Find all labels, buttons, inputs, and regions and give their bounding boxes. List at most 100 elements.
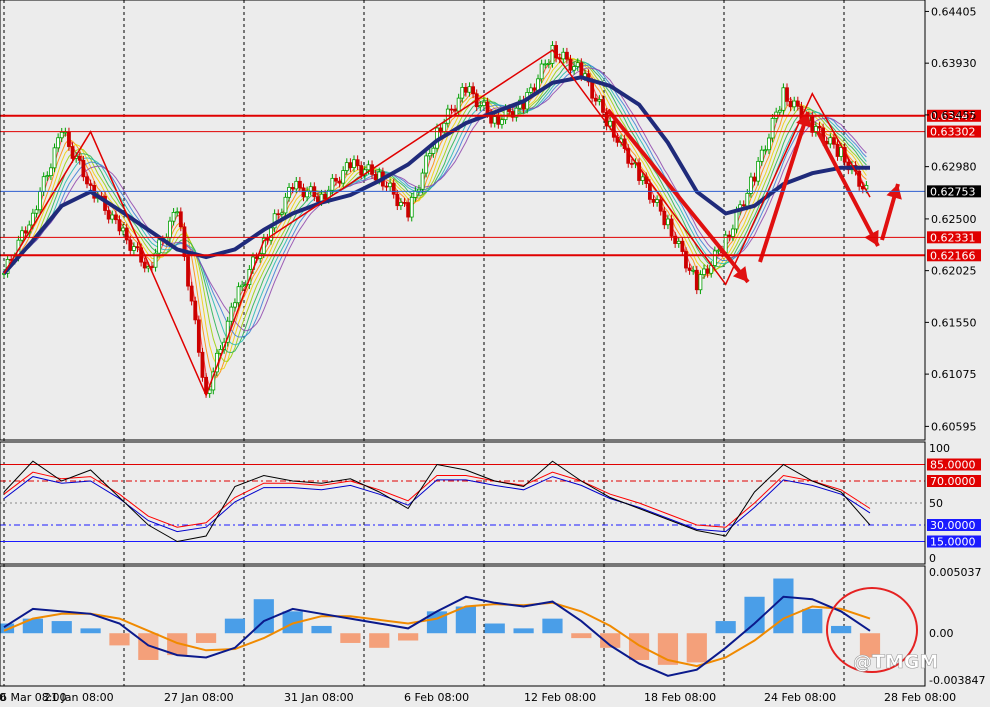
candle-body — [301, 187, 306, 198]
candle-body — [788, 100, 793, 108]
candle-body — [20, 230, 24, 241]
main-y-tick-label: 0.61550 — [931, 316, 977, 329]
candle-body — [229, 306, 234, 322]
candle-body — [546, 62, 551, 65]
candle-body — [467, 86, 472, 93]
x-tick-label: 6 Mar 08:00 — [0, 691, 66, 704]
stoch-y-tick-label: 50 — [929, 497, 943, 510]
candle-body — [276, 213, 281, 216]
candle-body — [741, 204, 746, 207]
macd-histogram-bar — [340, 633, 361, 643]
candle-body — [597, 99, 602, 102]
candle-body — [482, 101, 486, 106]
candle-body — [572, 66, 577, 71]
candle-body — [835, 143, 840, 157]
candle-body — [756, 160, 761, 182]
candle-body — [236, 286, 241, 304]
macd-histogram-bar — [802, 608, 823, 634]
candle-body — [23, 230, 28, 234]
candle-body — [150, 266, 154, 268]
candle-body — [676, 240, 681, 244]
candle-body — [34, 209, 39, 214]
chart-svg[interactable]: 0.634470.633020.623310.621660.62753 85.0… — [0, 0, 990, 707]
candle-body — [629, 162, 634, 165]
candle-body — [283, 196, 288, 214]
candle-body — [106, 210, 111, 220]
candle-body — [355, 159, 360, 167]
candle-body — [41, 176, 46, 193]
candle-body — [59, 131, 64, 139]
macd-histogram-bar — [398, 633, 419, 641]
current-price-label: 0.62753 — [930, 185, 976, 198]
candle-body — [67, 131, 71, 147]
x-tick-label: 24 Feb 08:00 — [764, 691, 836, 704]
main-y-tick-label: 0.63455 — [931, 109, 977, 122]
candle-body — [658, 199, 663, 212]
x-tick-label: 31 Jan 08:00 — [284, 691, 354, 704]
candle-body — [691, 269, 696, 272]
candle-body — [348, 162, 353, 168]
main-y-tick-label: 0.63930 — [931, 57, 977, 70]
candle-body — [565, 51, 569, 60]
candle-body — [795, 100, 800, 107]
trading-chart[interactable]: 0.63447 0.63302 0.62331 0.62166 0.62753 85.0… — [0, 0, 990, 707]
candle-body — [334, 177, 338, 182]
candle-body — [81, 159, 86, 178]
candle-body — [575, 62, 580, 67]
macd-histogram-bar — [831, 625, 852, 634]
candle-body — [579, 62, 584, 78]
candle-body — [716, 249, 721, 252]
candle-body — [70, 146, 75, 159]
candle-body — [38, 191, 42, 211]
candle-body — [810, 115, 815, 133]
candle-body — [341, 170, 346, 184]
candle-body — [316, 196, 320, 202]
candle-body — [745, 192, 750, 207]
candle-body — [478, 105, 483, 108]
candle-body — [330, 177, 335, 191]
candle-body — [49, 167, 53, 177]
candle-body — [680, 240, 685, 252]
candle-body — [442, 122, 447, 133]
watermark-text: @TMGM — [853, 651, 938, 673]
main-y-tick-label: 0.62025 — [931, 265, 977, 278]
main-y-tick-label: 0.62500 — [931, 213, 977, 226]
macd-y-tick-label: -0.003847 — [929, 674, 985, 687]
candle-body — [135, 246, 140, 249]
stoch-level-label: 30.0000 — [930, 519, 976, 532]
candle-body — [402, 202, 407, 204]
candle-body — [839, 147, 844, 157]
candle-body — [712, 250, 717, 266]
candle-body — [449, 108, 454, 111]
candle-body — [52, 147, 57, 169]
candle-body — [178, 211, 183, 228]
candle-body — [471, 86, 475, 95]
candle-body — [142, 261, 147, 269]
macd-y-tick-label: 0.005037 — [929, 566, 982, 579]
candle-body — [770, 117, 775, 139]
candle-body — [568, 58, 573, 71]
candle-body — [763, 149, 768, 152]
candle-body — [352, 159, 356, 168]
candle-body — [767, 137, 771, 151]
candle-body — [294, 180, 299, 190]
candle-body — [131, 246, 136, 251]
price-level-label: 0.63302 — [930, 126, 976, 139]
candle-body — [687, 267, 692, 271]
macd-y-tick-label: 0.00 — [929, 627, 954, 640]
candle-body — [694, 269, 699, 291]
candle-body — [409, 196, 414, 218]
candle-body — [189, 285, 194, 302]
candle-body — [406, 202, 411, 218]
candle-body — [113, 214, 118, 221]
macd-histogram-bar — [513, 628, 534, 634]
macd-histogram-bar — [51, 621, 72, 634]
main-y-tick-label: 0.64405 — [931, 5, 977, 18]
candle-body — [344, 162, 349, 171]
candle-body — [193, 300, 198, 321]
candle-body — [297, 180, 302, 189]
candle-body — [168, 220, 172, 239]
candle-body — [337, 180, 342, 184]
macd-histogram-bar — [109, 633, 130, 646]
candle-body — [323, 193, 328, 200]
